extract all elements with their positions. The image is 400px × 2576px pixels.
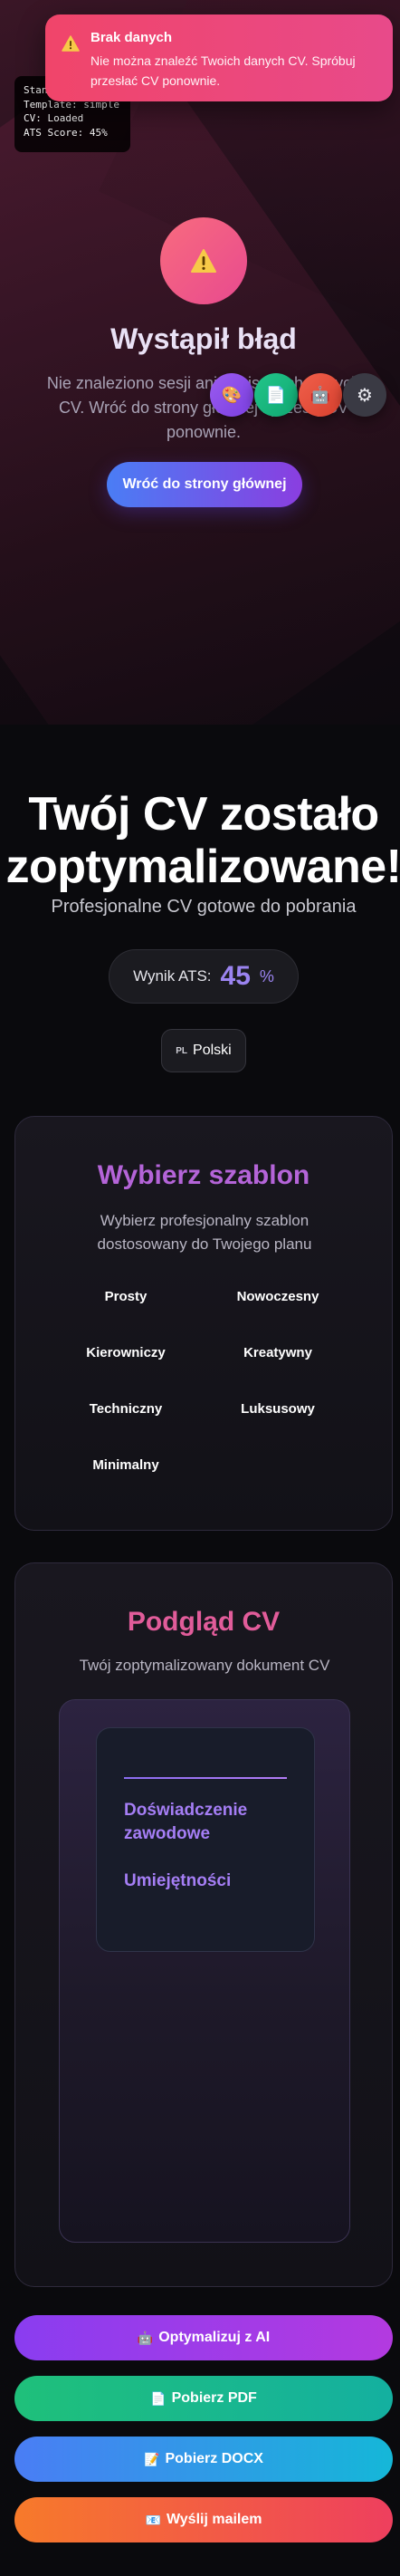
error-screen: Stan Template: simple CV: Loaded ATS Sco…: [0, 0, 400, 725]
cv-preview-frame[interactable]: Doświadczenie zawodowe Umiejętności: [59, 1699, 350, 2243]
debug-line: ATS Score: 45%: [24, 126, 108, 139]
memo-icon: 📝: [144, 2451, 160, 2466]
palette-button[interactable]: 🎨: [210, 373, 253, 417]
optimize-ai-button[interactable]: 🤖 Optymalizuj z AI: [14, 2315, 393, 2360]
ats-unit: %: [259, 966, 274, 985]
results-page: Twój CV zostało zoptymalizowane! Profesj…: [0, 725, 400, 2576]
download-pdf-button[interactable]: 📄 Pobierz PDF: [14, 2376, 393, 2421]
template-option-kierowniczy[interactable]: Kierowniczy: [53, 1345, 198, 1360]
gear-icon: ⚙: [357, 385, 373, 406]
button-label: Pobierz PDF: [171, 2390, 257, 2406]
send-email-button[interactable]: 📧 Wyślij mailem: [14, 2497, 393, 2542]
template-option-nowoczesny[interactable]: Nowoczesny: [205, 1289, 350, 1304]
warning-icon: [62, 35, 80, 52]
download-docx-button[interactable]: 📝 Pobierz DOCX: [14, 2437, 393, 2482]
language-selector[interactable]: PL Polski: [161, 1029, 246, 1072]
button-label: Optymalizuj z AI: [158, 2330, 271, 2345]
toast-message: Nie można znaleźć Twoich danych CV. Spró…: [90, 53, 356, 88]
document-button[interactable]: 📄: [254, 373, 298, 417]
template-option-prosty[interactable]: Prosty: [53, 1289, 198, 1304]
template-option-minimalny[interactable]: Minimalny: [53, 1457, 198, 1473]
document-icon: 📄: [150, 2390, 167, 2406]
template-option-luksusowy[interactable]: Luksusowy: [205, 1401, 350, 1417]
flag-icon: PL: [176, 1045, 188, 1056]
header-divider: [124, 1777, 287, 1779]
title-line: Twój CV zostało: [28, 788, 379, 841]
language-label: Polski: [193, 1043, 232, 1058]
title-line: zoptymalizowane!: [5, 841, 400, 893]
cv-section-heading: Umiejętności: [124, 1871, 232, 1890]
ats-value: 45: [220, 961, 251, 991]
settings-button[interactable]: ⚙: [343, 373, 386, 417]
document-icon: 📄: [265, 385, 287, 404]
template-card-title: Wybierz szablon: [97, 1160, 310, 1190]
robot-icon: 🤖: [310, 385, 331, 404]
ats-score-badge: Wynik ATS: 45 %: [109, 949, 299, 1004]
page-title: Twój CV zostało zoptymalizowane!: [0, 788, 400, 893]
ai-assistant-button[interactable]: 🤖: [299, 373, 342, 417]
debug-line: CV: Loaded: [24, 112, 84, 124]
template-option-kreatywny[interactable]: Kreatywny: [205, 1345, 350, 1360]
preview-card-title: Podgląd CV: [127, 1607, 281, 1637]
template-option-techniczny[interactable]: Techniczny: [53, 1401, 198, 1417]
template-selector-card: Wybierz szablon Wybierz profesjonalny sz…: [14, 1116, 393, 1531]
cv-document: Doświadczenie zawodowe Umiejętności: [96, 1727, 315, 1952]
template-card-description: Wybierz profesjonalny szablon dostosowan…: [97, 1212, 312, 1253]
page-subtitle: Profesjonalne CV gotowe do pobrania: [51, 897, 357, 917]
error-title: Wystąpił błąd: [110, 322, 297, 355]
cv-section-heading: Doświadczenie zawodowe: [124, 1801, 248, 1843]
robot-icon: 🤖: [137, 2330, 154, 2345]
back-home-button[interactable]: Wróć do strony głównej: [107, 462, 302, 507]
button-label: Wyślij mailem: [166, 2512, 262, 2527]
preview-card-description: Twój zoptymalizowany dokument CV: [79, 1657, 330, 1674]
warning-icon: [191, 249, 216, 273]
error-badge: [160, 217, 247, 304]
ats-label: Wynik ATS:: [133, 967, 212, 985]
error-toast: Brak danych Nie można znaleźć Twoich dan…: [45, 14, 393, 101]
email-icon: 📧: [145, 2512, 161, 2527]
palette-icon: 🎨: [221, 385, 243, 404]
button-label: Pobierz DOCX: [165, 2451, 263, 2466]
cv-preview-card: Podgląd CV Twój zoptymalizowany dokument…: [14, 1562, 393, 2287]
toast-title: Brak danych: [90, 30, 173, 45]
